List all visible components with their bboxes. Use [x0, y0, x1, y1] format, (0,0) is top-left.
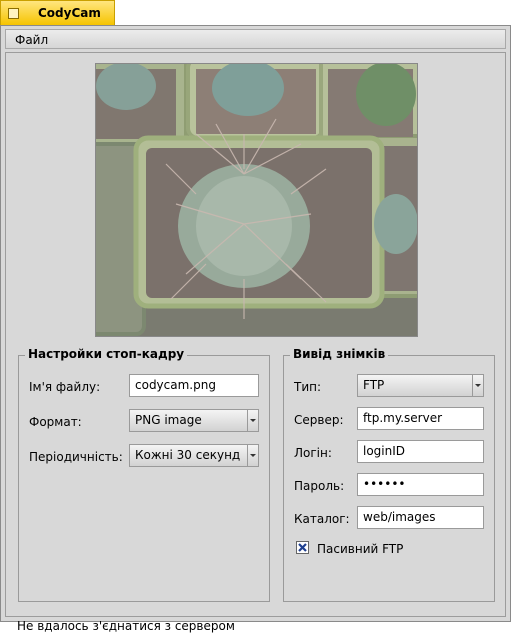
menu-file[interactable]: Файл: [15, 33, 48, 47]
type-select[interactable]: FTP: [357, 374, 484, 397]
chevron-down-icon[interactable]: [247, 410, 258, 431]
snapshot-settings-group: Настройки стоп-кадру Ім'я файлу: codycam…: [18, 347, 270, 602]
format-label: Формат:: [29, 415, 82, 429]
interval-select[interactable]: Кожні 30 секунд: [129, 444, 259, 467]
format-select[interactable]: PNG image: [129, 409, 259, 432]
type-select-value: FTP: [363, 378, 385, 392]
status-bar-text: Не вдалось з'єднатися з сервером: [17, 619, 235, 633]
password-label: Пароль:: [294, 479, 345, 493]
window-title: CodyCam: [38, 6, 101, 20]
interval-label: Періодичність:: [29, 450, 123, 464]
menu-bar: Файл: [5, 29, 506, 49]
check-x-icon: [298, 543, 307, 552]
directory-label: Каталог:: [294, 512, 350, 526]
chevron-down-icon[interactable]: [247, 445, 258, 466]
password-input[interactable]: ••••••: [357, 473, 484, 496]
filename-input[interactable]: codycam.png: [129, 374, 259, 397]
output-group: Вивід знімків Тип: FTP Сервер: ftp.my.se…: [283, 347, 495, 602]
server-label: Сервер:: [294, 413, 344, 427]
interval-select-value: Кожні 30 секунд: [135, 448, 241, 462]
snapshot-settings-title: Настройки стоп-кадру: [25, 347, 188, 361]
type-label: Тип:: [294, 380, 322, 394]
window-icon: [8, 8, 19, 19]
passive-ftp-label[interactable]: Пасивний FTP: [317, 542, 403, 556]
server-input[interactable]: ftp.my.server: [357, 407, 484, 430]
main-panel: Настройки стоп-кадру Ім'я файлу: codycam…: [5, 52, 506, 633]
login-input[interactable]: loginID: [357, 440, 484, 463]
chevron-down-icon[interactable]: [472, 375, 483, 396]
window-title-tab[interactable]: CodyCam: [0, 0, 115, 25]
output-title: Вивід знімків: [290, 347, 389, 361]
directory-input[interactable]: web/images: [357, 506, 484, 529]
app-window: Файл Настройки стоп-кадру Ім'я файлу: co…: [0, 25, 511, 633]
format-select-value: PNG image: [135, 413, 202, 427]
passive-ftp-checkbox[interactable]: [296, 541, 309, 554]
filename-label: Ім'я файлу:: [29, 380, 101, 394]
camera-preview-image: [95, 63, 418, 337]
login-label: Логін:: [294, 446, 332, 460]
